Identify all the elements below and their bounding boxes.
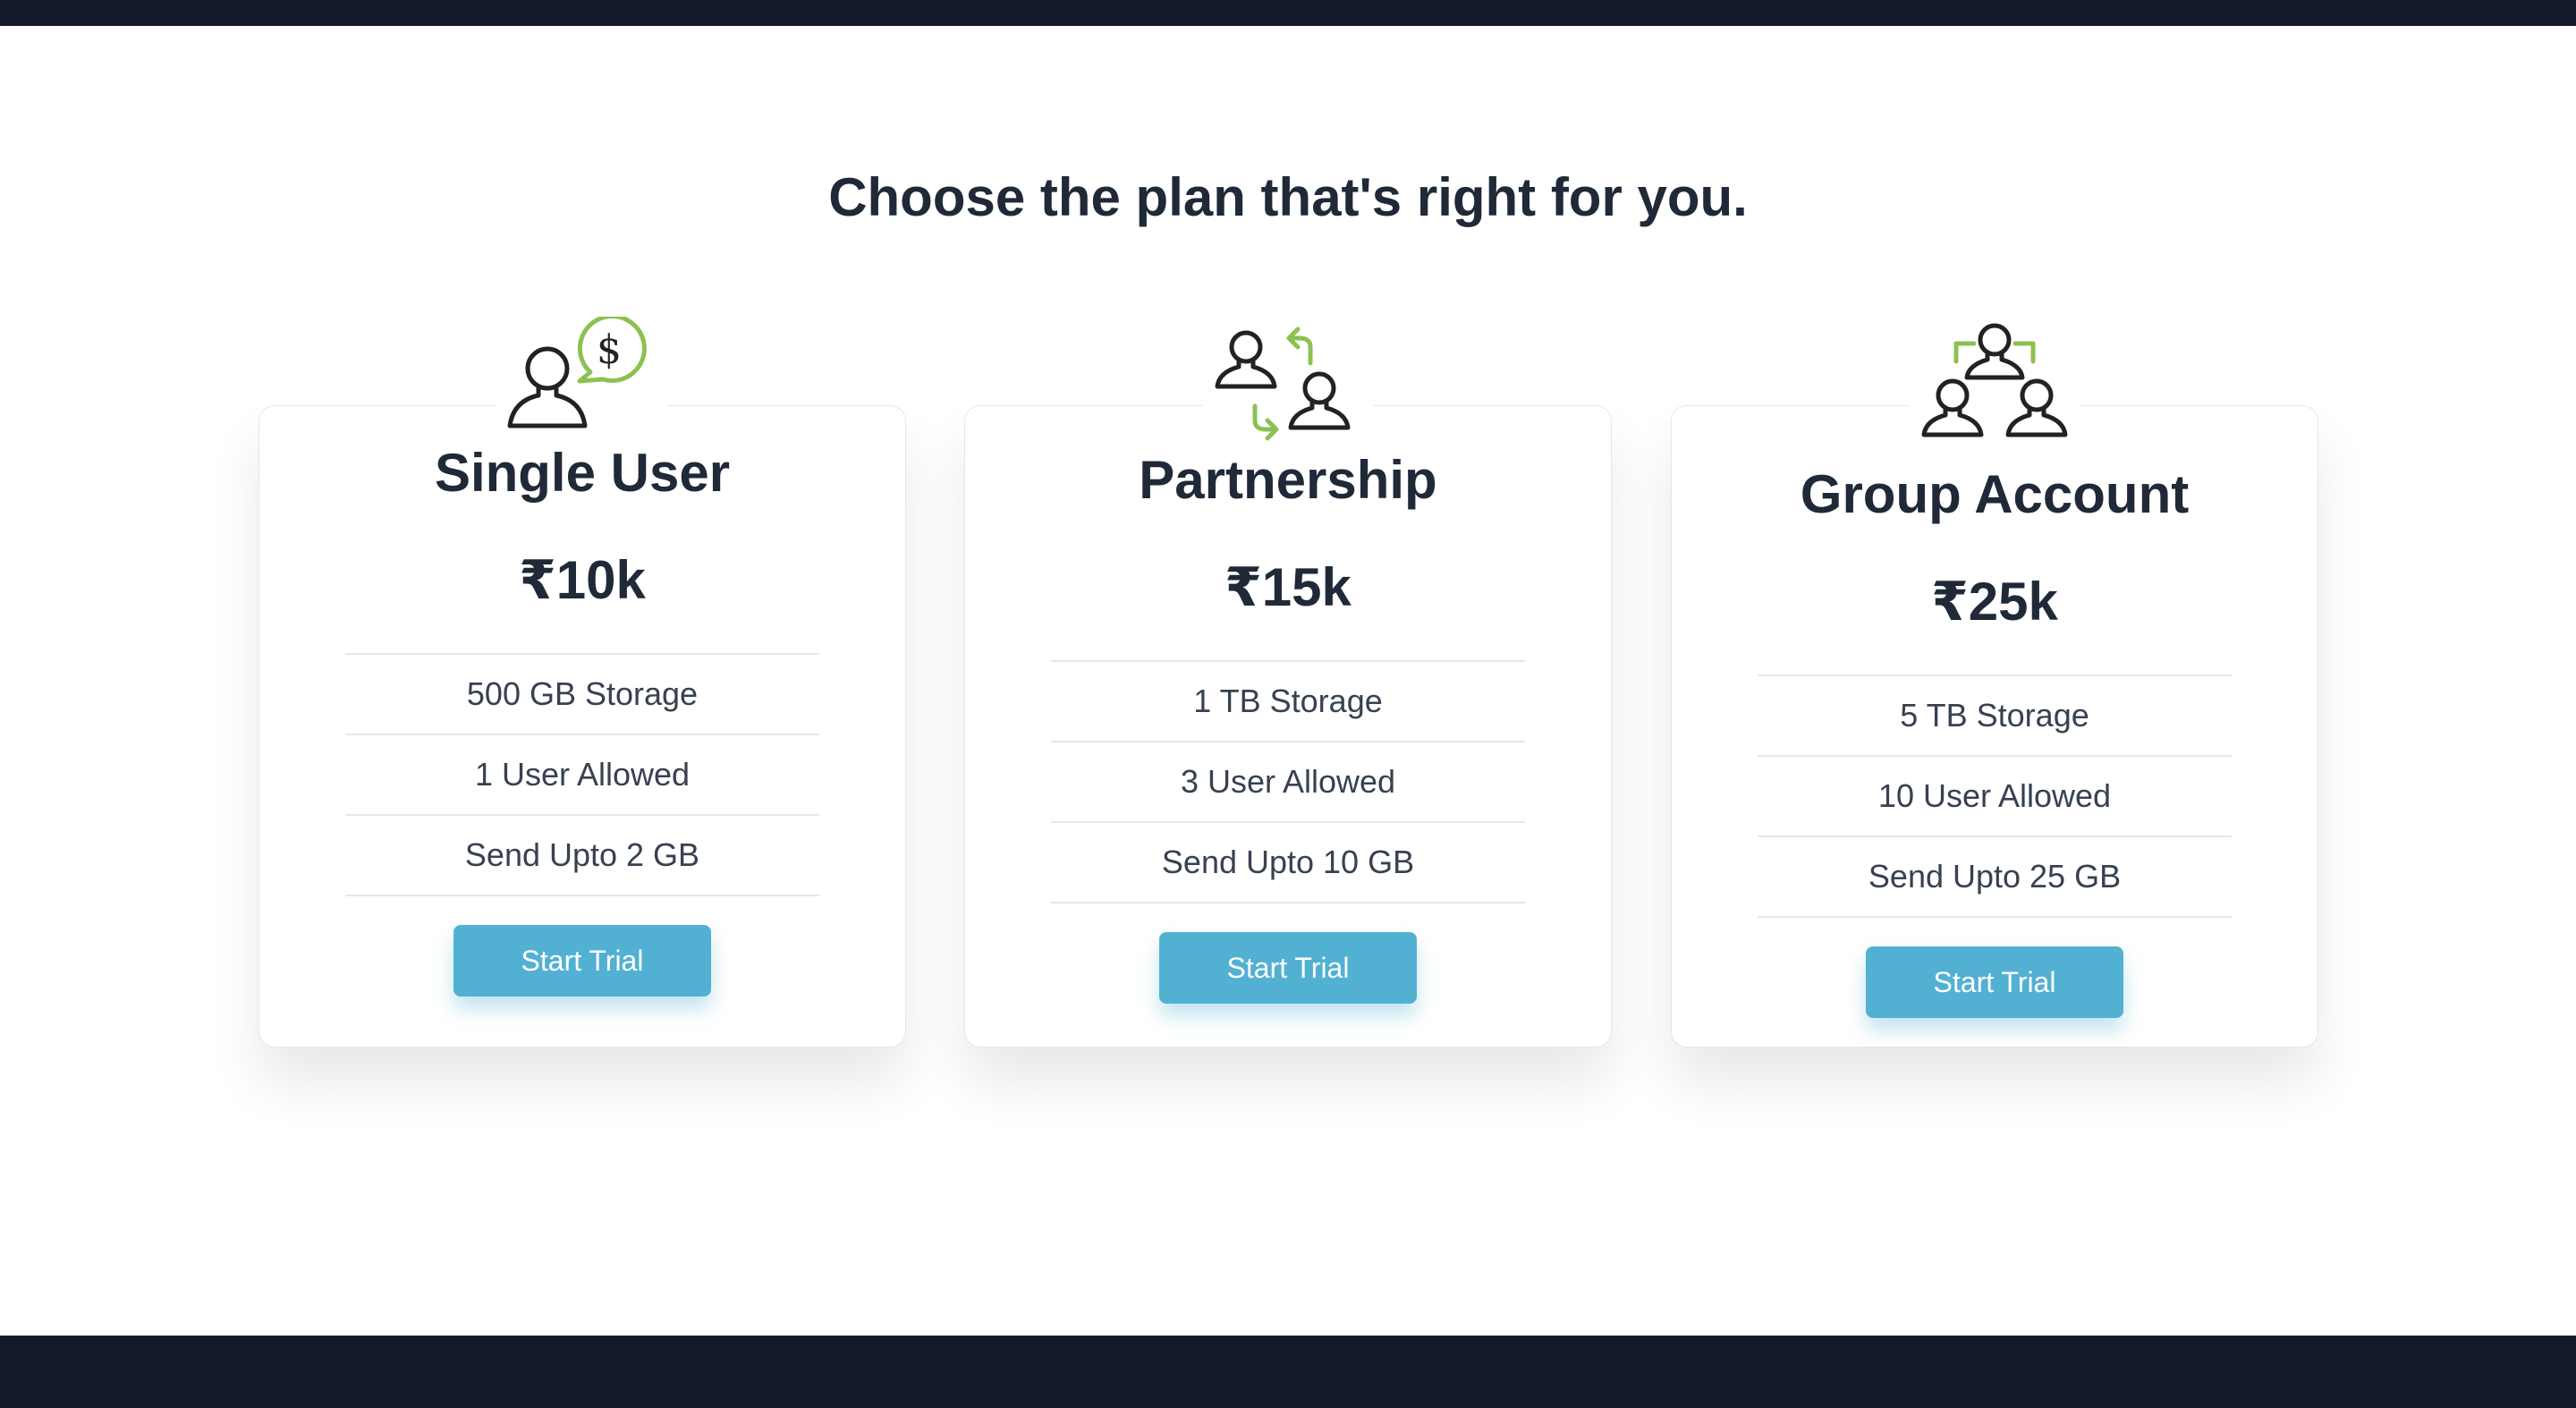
- plan-card-partnership: Partnership ₹15k 1 TB Storage 3 User All…: [964, 317, 1612, 1048]
- plan-price: ₹10k: [519, 550, 646, 610]
- feature-list: 5 TB Storage 10 User Allowed Send Upto 2…: [1758, 674, 2232, 918]
- page-title: Choose the plan that's right for you.: [828, 167, 1748, 227]
- start-trial-button[interactable]: Start Trial: [1866, 946, 2123, 1018]
- user-dollar-icon: $: [497, 314, 667, 442]
- feature-item: 1 TB Storage: [1051, 662, 1525, 742]
- partnership-exchange-icon: [1203, 317, 1373, 442]
- plan-price: ₹15k: [1224, 557, 1352, 617]
- svg-text:$: $: [597, 327, 622, 373]
- plan-name: Group Account: [1800, 464, 2190, 524]
- feature-item: 1 User Allowed: [345, 735, 819, 816]
- feature-item: 3 User Allowed: [1051, 742, 1525, 823]
- feature-item: 5 TB Storage: [1758, 676, 2232, 757]
- plan-name: Single User: [434, 443, 731, 503]
- feature-item: 10 User Allowed: [1758, 757, 2232, 837]
- plan-price: ₹25k: [1931, 572, 2058, 632]
- feature-item: Send Upto 2 GB: [345, 816, 819, 896]
- feature-item: Send Upto 25 GB: [1758, 837, 2232, 918]
- start-trial-button[interactable]: Start Trial: [1159, 932, 1417, 1004]
- start-trial-button[interactable]: Start Trial: [453, 925, 711, 997]
- plan-card-single-user: $ Single User ₹10k 500 GB Storage 1 User…: [258, 314, 906, 1048]
- footer-bar: [0, 1336, 2576, 1408]
- feature-list: 1 TB Storage 3 User Allowed Send Upto 10…: [1051, 660, 1525, 903]
- feature-list: 500 GB Storage 1 User Allowed Send Upto …: [345, 653, 819, 896]
- plan-card-group-account: Group Account ₹25k 5 TB Storage 10 User …: [1671, 317, 2318, 1048]
- group-users-icon: [1910, 317, 2080, 442]
- top-bar: [0, 0, 2576, 26]
- feature-item: Send Upto 10 GB: [1051, 823, 1525, 903]
- feature-item: 500 GB Storage: [345, 655, 819, 735]
- plan-name: Partnership: [1139, 450, 1437, 510]
